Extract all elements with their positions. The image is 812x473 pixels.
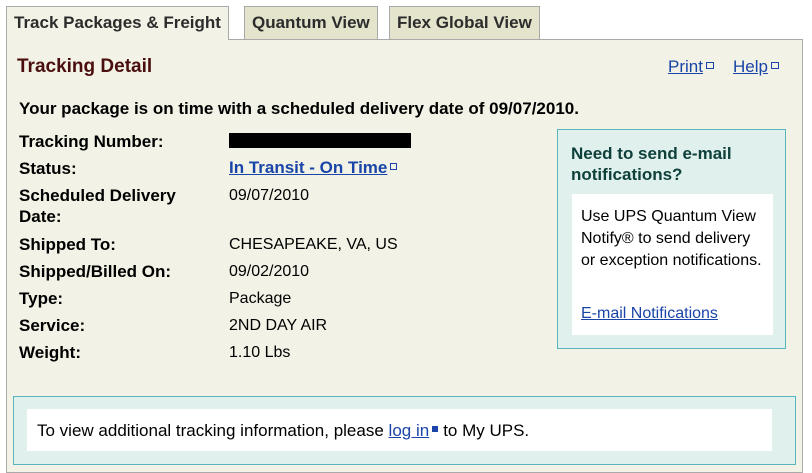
status-label: Status: (19, 159, 77, 178)
tracking-number-label: Tracking Number: (19, 132, 164, 151)
notification-title: Need to send e-mail notifications? (571, 144, 732, 184)
scheduled-delivery-label-line2: Date: (19, 207, 62, 226)
tab-quantum-view[interactable]: Quantum View (244, 6, 378, 39)
tracking-number-redacted (229, 133, 411, 148)
help-link[interactable]: Help (733, 57, 779, 77)
scheduled-delivery-label-line1: Scheduled Delivery (19, 186, 176, 205)
additional-info-text: To view additional tracking information,… (37, 421, 529, 441)
type-label: Type: (19, 289, 64, 308)
print-label: Print (668, 57, 703, 76)
shipped-billed-on-label: Shipped/Billed On: (19, 262, 172, 281)
info-popup-icon[interactable] (390, 163, 398, 171)
service-value: 2ND DAY AIR (229, 317, 328, 334)
weight-value: 1.10 Lbs (229, 344, 291, 361)
login-link[interactable]: log in (389, 421, 430, 440)
additional-info-suffix: to My UPS. (443, 421, 530, 440)
page-title: Tracking Detail (17, 56, 153, 77)
delivery-headline: Your package is on time with a scheduled… (19, 99, 579, 118)
weight-label: Weight: (19, 343, 82, 362)
scheduled-delivery-label: Scheduled Delivery Date: (19, 185, 176, 227)
tab-flex-global-view[interactable]: Flex Global View (389, 6, 540, 39)
shipped-to-label: Shipped To: (19, 235, 116, 254)
service-label: Service: (19, 316, 86, 335)
email-notifications-link[interactable]: E-mail Notifications (581, 305, 718, 323)
tab-track-packages[interactable]: Track Packages & Freight (6, 6, 229, 40)
status-link[interactable]: In Transit - On Time (229, 158, 387, 177)
status-value[interactable]: In Transit - On Time (229, 157, 398, 179)
scheduled-delivery-value: 09/07/2010 (229, 187, 310, 204)
additional-info-prefix: To view additional tracking information,… (37, 421, 384, 440)
notification-text: Use UPS Quantum View Notify® to send del… (581, 208, 762, 269)
shipped-to-value: CHESAPEAKE, VA, US (229, 236, 398, 253)
new-window-icon (770, 62, 779, 70)
lock-icon (432, 425, 439, 432)
help-label: Help (733, 57, 768, 76)
shipped-billed-on-value: 09/02/2010 (229, 263, 310, 280)
print-link[interactable]: Print (668, 57, 714, 77)
printer-icon (705, 62, 714, 70)
type-value: Package (229, 290, 292, 307)
